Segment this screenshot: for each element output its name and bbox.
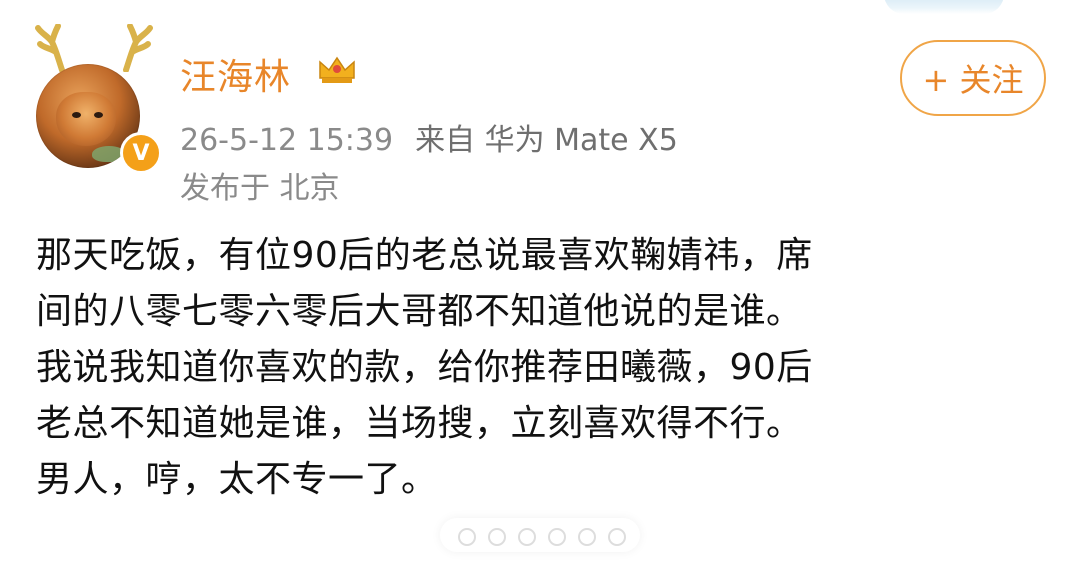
post-text: 那天吃饭，有位90后的老总说最喜欢鞠婧祎，席 间的八零七零六零后大哥都不知道他说… bbox=[36, 228, 1056, 508]
antler-icon bbox=[35, 24, 65, 72]
post-location: 发布于 北京 bbox=[180, 171, 340, 206]
follow-button[interactable]: + 关注 bbox=[900, 40, 1046, 116]
watermark-overlay bbox=[440, 518, 640, 552]
post-timestamp: 26-5-12 15:39 bbox=[180, 123, 394, 158]
post-text-line: 间的八零七零六零后大哥都不知道他说的是谁。 bbox=[36, 291, 803, 332]
post-text-line: 那天吃饭，有位90后的老总说最喜欢鞠婧祎，席 bbox=[36, 235, 813, 276]
antler-icon bbox=[123, 24, 153, 72]
post-meta: 26-5-12 15:39 来自 华为 Mate X5 bbox=[180, 115, 678, 159]
post-text-line: 男人，哼，太不专一了。 bbox=[36, 459, 438, 500]
header-decoration bbox=[884, 0, 1004, 14]
crown-icon bbox=[319, 56, 355, 83]
avatar-container[interactable]: V bbox=[26, 24, 162, 174]
verified-badge-icon: V bbox=[120, 132, 162, 174]
post-text-line: 我说我知道你喜欢的款，给你推荐田曦薇，90后 bbox=[36, 347, 813, 388]
post-text-line: 老总不知道她是谁，当场搜，立刻喜欢得不行。 bbox=[36, 403, 803, 444]
post-source: 来自 华为 Mate X5 bbox=[415, 123, 678, 158]
author-name[interactable]: 汪海林 bbox=[180, 48, 291, 100]
